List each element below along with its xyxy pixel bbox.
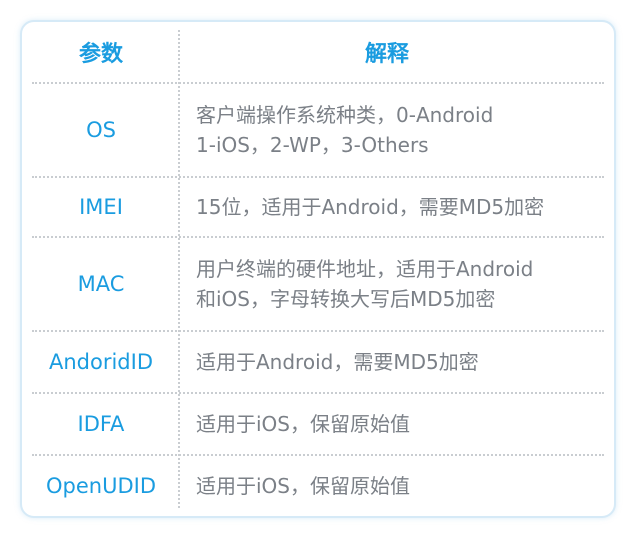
- param-desc: 客户端操作系统种类，0-Android 1-iOS，2-WP，3-Others: [180, 100, 493, 160]
- param-desc: 15位，适用于Android，需要MD5加密: [180, 192, 544, 222]
- desc-line: 适用于iOS，保留原始值: [196, 412, 410, 436]
- param-desc: 适用于iOS，保留原始值: [180, 409, 410, 439]
- table-row: OpenUDID 适用于iOS，保留原始值: [22, 456, 614, 516]
- desc-line: 用户终端的硬件地址，适用于Android: [196, 257, 534, 281]
- desc-line: 适用于iOS，保留原始值: [196, 474, 410, 498]
- desc-line: 适用于Android，需要MD5加密: [196, 350, 479, 374]
- param-desc: 适用于Android，需要MD5加密: [180, 347, 479, 377]
- table-row: IDFA 适用于iOS，保留原始值: [22, 394, 614, 454]
- header-param: 参数: [78, 42, 123, 67]
- param-desc: 适用于iOS，保留原始值: [180, 471, 410, 501]
- param-name: OpenUDID: [46, 474, 156, 498]
- param-name: OS: [86, 118, 116, 142]
- param-name: IMEI: [79, 195, 123, 219]
- parameter-table: 参数 解释 OS 客户端操作系统种类，0-Android 1-iOS，2-WP，…: [20, 20, 616, 518]
- param-name: AndoridID: [48, 350, 153, 374]
- desc-line: 1-iOS，2-WP，3-Others: [196, 133, 429, 157]
- table-row: AndoridID 适用于Android，需要MD5加密: [22, 332, 614, 392]
- param-name: MAC: [77, 272, 125, 296]
- desc-line: 15位，适用于Android，需要MD5加密: [196, 195, 545, 219]
- table-header-row: 参数 解释: [22, 22, 614, 82]
- header-desc: 解释: [364, 42, 409, 67]
- table-row: MAC 用户终端的硬件地址，适用于Android 和iOS，字母转换大写后MD5…: [22, 238, 614, 330]
- table-row: IMEI 15位，适用于Android，需要MD5加密: [22, 178, 614, 236]
- desc-line: 客户端操作系统种类，0-Android: [196, 103, 494, 127]
- param-desc: 用户终端的硬件地址，适用于Android 和iOS，字母转换大写后MD5加密: [180, 254, 533, 314]
- table-row: OS 客户端操作系统种类，0-Android 1-iOS，2-WP，3-Othe…: [22, 84, 614, 176]
- param-name: IDFA: [77, 412, 125, 436]
- desc-line: 和iOS，字母转换大写后MD5加密: [196, 287, 496, 311]
